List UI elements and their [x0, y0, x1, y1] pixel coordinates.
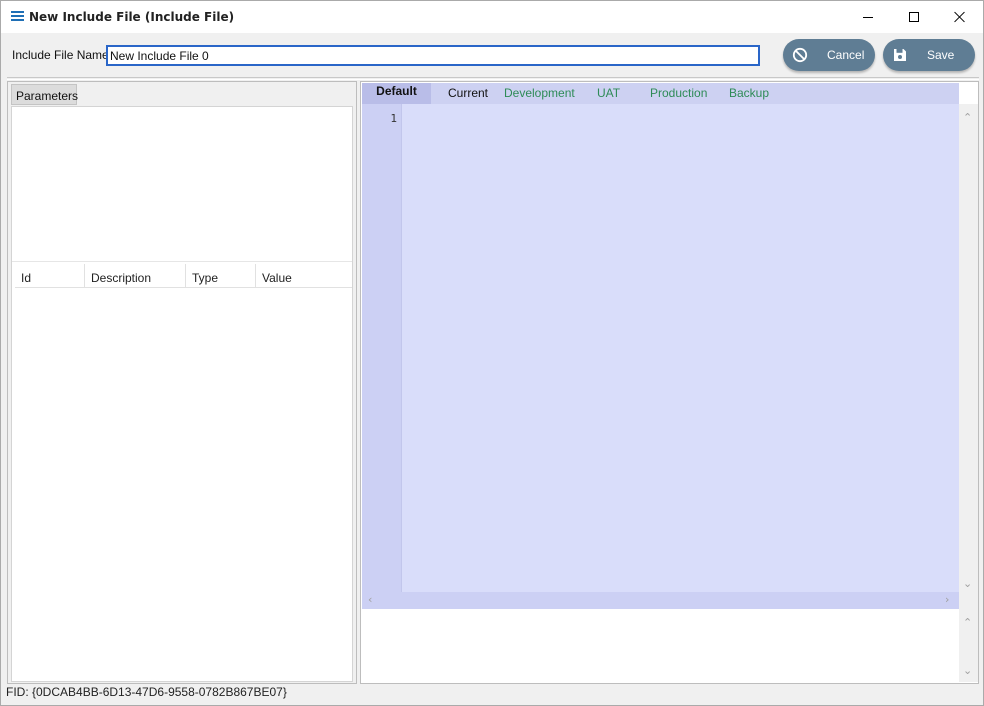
cancel-button-label: Cancel [827, 48, 865, 62]
tab-development[interactable]: Development [504, 83, 575, 104]
maximize-icon [909, 12, 919, 22]
scroll-up-icon[interactable]: ⌃ [963, 112, 972, 123]
tab-backup[interactable]: Backup [729, 83, 769, 104]
header-separator [7, 77, 979, 80]
scroll-right-icon[interactable]: › [945, 594, 949, 605]
minimize-icon [863, 16, 873, 18]
tab-parameters[interactable]: Parameters [11, 84, 78, 105]
line-number-gutter: 1 [362, 104, 402, 592]
file-id-status: FID: {0DCAB4BB-6D13-47D6-9558-0782B867BE… [6, 685, 287, 699]
scroll-down-icon[interactable]: ⌄ [963, 578, 972, 589]
column-header-type[interactable]: Type [186, 264, 256, 288]
tab-default[interactable]: Default [362, 83, 431, 104]
window-title: New Include File (Include File) [29, 10, 235, 24]
close-button[interactable] [937, 1, 983, 33]
tab-uat[interactable]: UAT [597, 83, 620, 104]
include-file-name-label: Include File Name [12, 48, 109, 62]
column-header-value[interactable]: Value [256, 264, 352, 288]
cancel-button[interactable]: Cancel [783, 39, 875, 71]
parameters-area: Id Description Type Value [11, 106, 353, 682]
include-file-window: New Include File (Include File) Include … [0, 0, 984, 706]
save-button[interactable]: Save [883, 39, 975, 71]
tab-production[interactable]: Production [650, 83, 707, 104]
close-icon [954, 11, 966, 23]
ban-icon [792, 47, 808, 63]
line-number: 1 [390, 112, 397, 125]
output-scroll-down-icon[interactable]: ⌄ [963, 665, 972, 676]
list-icon [11, 11, 24, 22]
output-pane[interactable] [362, 609, 959, 682]
scroll-left-icon[interactable]: ‹ [368, 594, 372, 605]
tab-current[interactable]: Current [448, 83, 488, 104]
code-editor[interactable]: 1 [362, 104, 959, 592]
parameters-editor-area[interactable] [12, 107, 352, 262]
parameters-panel: Parameters Id Description Type Value [7, 81, 357, 684]
column-header-id[interactable]: Id [15, 264, 85, 288]
editor-horizontal-scrollbar[interactable]: ‹ › [362, 592, 959, 609]
maximize-button[interactable] [891, 1, 937, 33]
output-scroll-up-icon[interactable]: ⌃ [963, 617, 972, 628]
column-header-description[interactable]: Description [85, 264, 186, 288]
floppy-disk-icon [894, 49, 906, 61]
code-editor-panel: Default Current Development UAT Producti… [360, 81, 979, 684]
title-bar: New Include File (Include File) [1, 1, 983, 33]
include-file-name-input[interactable] [106, 45, 760, 66]
editor-vertical-scrollbar[interactable]: ⌃ ⌄ [959, 104, 978, 609]
save-button-label: Save [927, 48, 955, 62]
output-vertical-scrollbar[interactable]: ⌃ ⌄ [959, 609, 978, 682]
parameters-grid-header: Id Description Type Value [15, 264, 352, 288]
environment-tabstrip: Default Current Development UAT Producti… [362, 83, 959, 104]
minimize-button[interactable] [845, 1, 891, 33]
